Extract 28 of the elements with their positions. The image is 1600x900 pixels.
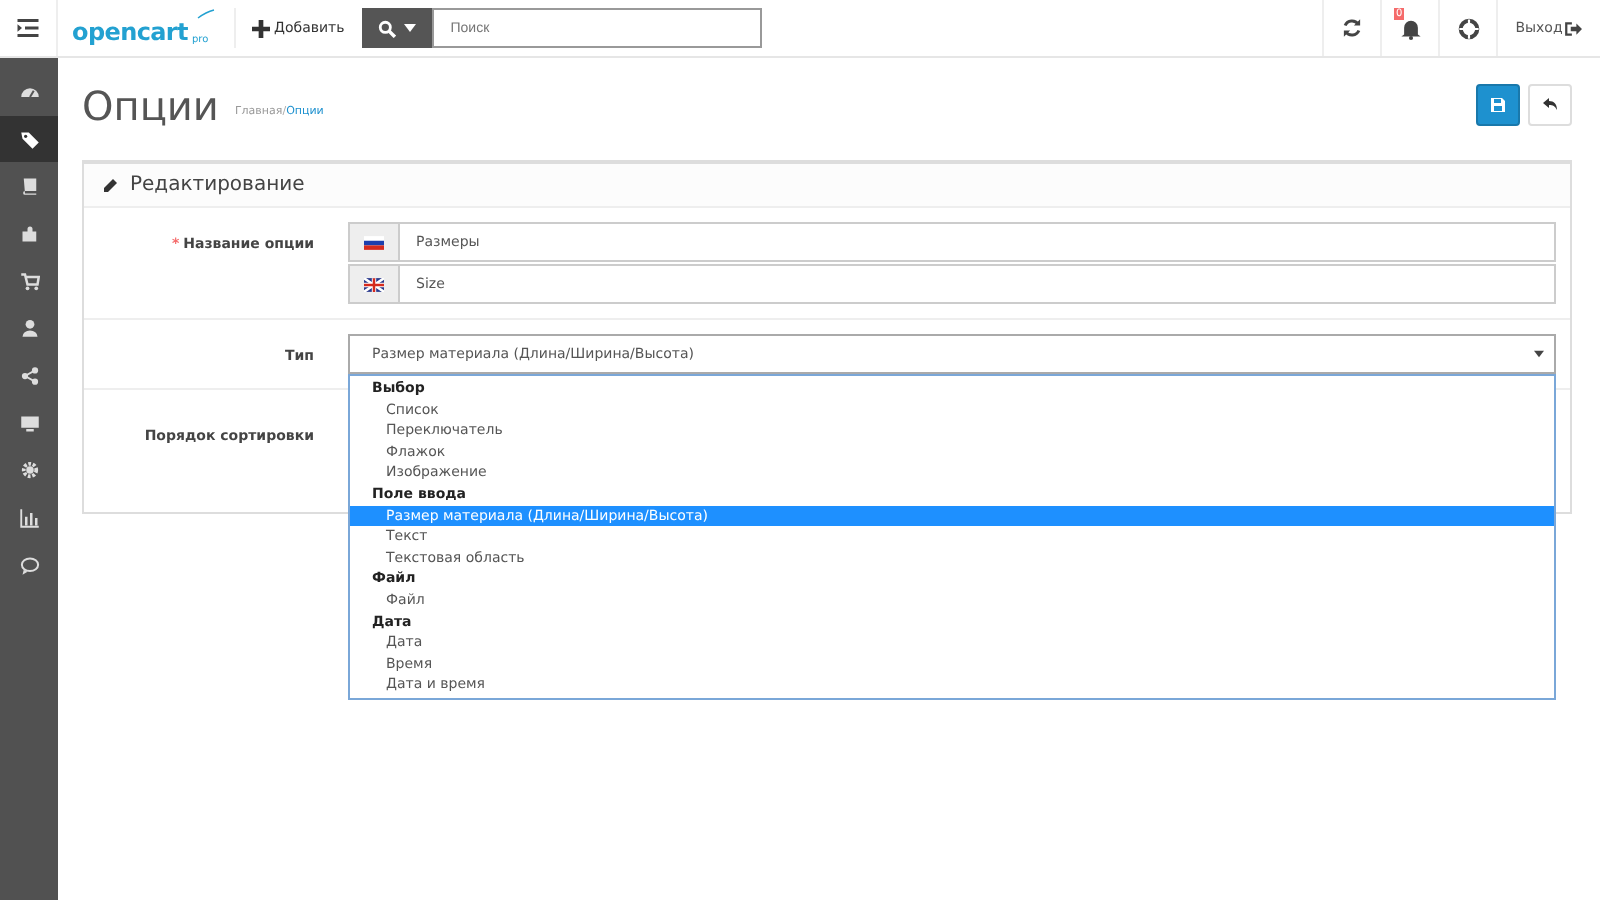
flag-icon bbox=[364, 277, 384, 291]
speech-bubble-icon[interactable] bbox=[19, 555, 39, 576]
lifebuoy-icon[interactable] bbox=[1457, 17, 1479, 39]
user-icon[interactable] bbox=[19, 318, 39, 339]
refresh-icon[interactable] bbox=[1342, 18, 1362, 38]
save-button[interactable] bbox=[1476, 84, 1520, 126]
back-button[interactable] bbox=[1528, 84, 1572, 126]
plus-icon bbox=[252, 19, 270, 37]
share-icon[interactable] bbox=[19, 365, 39, 386]
page-title: Опции bbox=[82, 81, 219, 129]
search-button[interactable] bbox=[362, 8, 433, 48]
book-icon[interactable] bbox=[19, 176, 39, 197]
panel-title: Редактирование bbox=[130, 174, 305, 196]
cart-icon[interactable] bbox=[19, 271, 39, 292]
caret-icon bbox=[404, 24, 417, 32]
flag-icon bbox=[364, 235, 384, 249]
settings-icon[interactable] bbox=[19, 460, 39, 481]
menu-icon[interactable] bbox=[16, 16, 40, 40]
caret-icon bbox=[1534, 350, 1544, 358]
pencil-icon bbox=[102, 177, 118, 193]
puzzle-icon[interactable] bbox=[19, 223, 39, 244]
bar-chart-icon[interactable] bbox=[19, 508, 39, 529]
bell-icon[interactable] bbox=[1399, 17, 1421, 39]
logout-icon bbox=[1564, 19, 1583, 37]
tag-icon[interactable] bbox=[19, 129, 39, 150]
reply-arrow-icon bbox=[1542, 96, 1558, 114]
monitor-icon[interactable] bbox=[19, 413, 39, 434]
search-icon bbox=[378, 19, 397, 37]
